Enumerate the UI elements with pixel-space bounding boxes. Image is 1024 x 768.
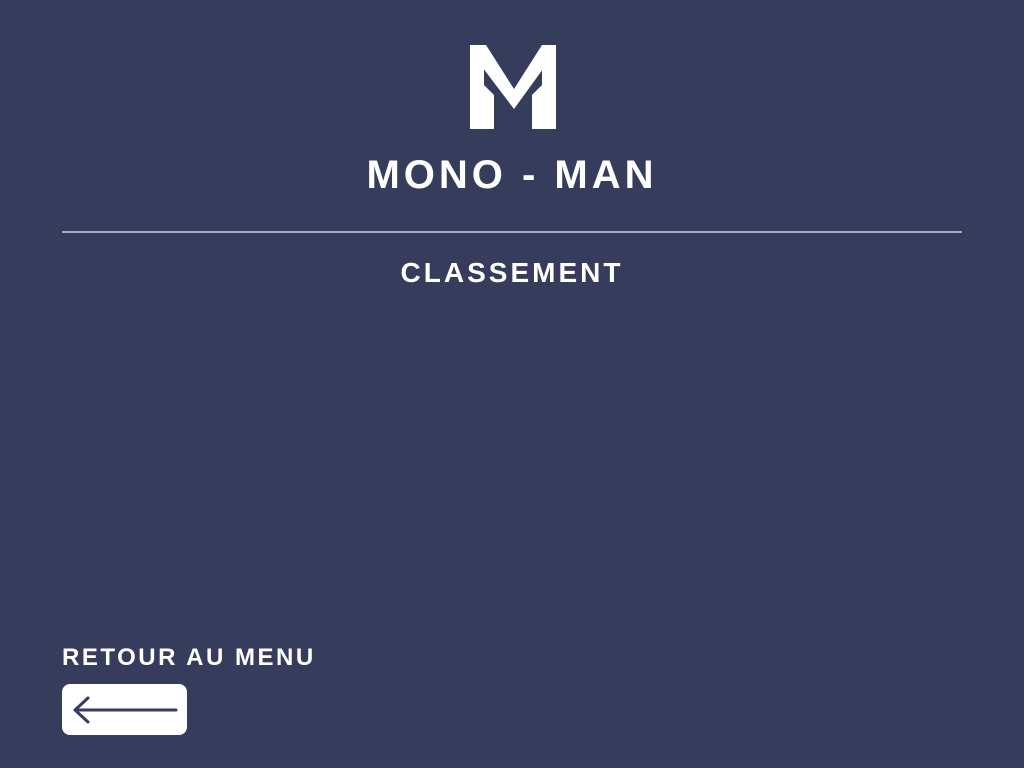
app-title: MONO - MAN — [366, 153, 658, 197]
page-title: CLASSEMENT — [400, 257, 624, 288]
header-divider — [62, 231, 962, 233]
arrow-left-icon — [73, 696, 178, 724]
back-to-menu-label: RETOUR AU MENU — [62, 644, 316, 671]
mm-logo-icon — [470, 45, 556, 129]
leaderboard-area — [62, 310, 962, 620]
back-to-menu-button[interactable] — [62, 684, 187, 735]
